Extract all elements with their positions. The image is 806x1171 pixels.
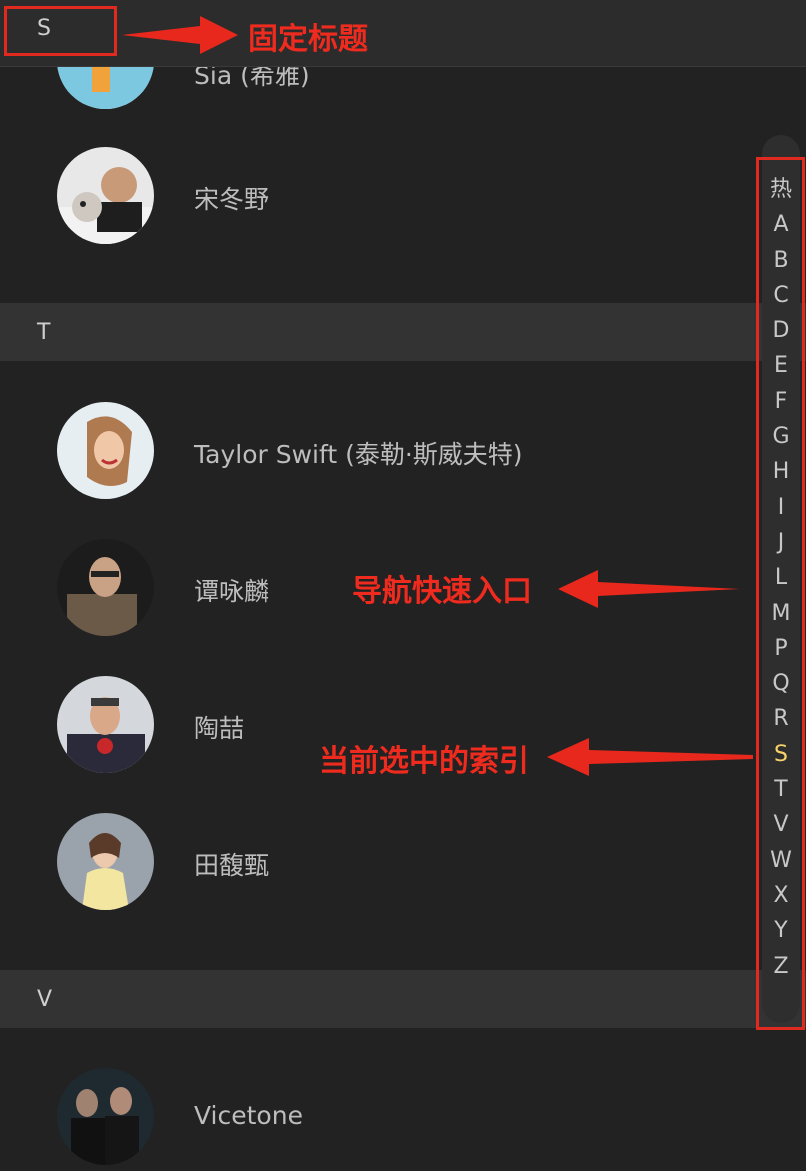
- avatar: [57, 813, 154, 910]
- section-letter: V: [37, 986, 53, 1012]
- artist-row-taylor-swift[interactable]: Taylor Swift (泰勒·斯威夫特): [0, 395, 740, 505]
- avatar: [57, 539, 154, 636]
- avatar: [57, 1068, 154, 1165]
- arrow-left-icon: [558, 570, 740, 608]
- section-header-t: T: [0, 303, 806, 361]
- annotation-nav-entry: 导航快速入口: [352, 574, 532, 609]
- arrow-left-icon: [122, 16, 238, 54]
- section-letter: T: [37, 319, 51, 345]
- artist-name: 宋冬野: [194, 185, 270, 214]
- avatar: [57, 676, 154, 773]
- arrow-left-icon: [547, 738, 753, 776]
- artist-name: 谭咏麟: [194, 577, 270, 606]
- artist-row-tian-fuzhen[interactable]: 田馥甄: [0, 806, 740, 916]
- artist-name: 田馥甄: [194, 851, 270, 880]
- artist-row-vicetone[interactable]: Vicetone: [0, 1061, 740, 1171]
- annotation-sticky-title: 固定标题: [248, 22, 368, 57]
- sticky-title-highlight: [4, 6, 117, 56]
- artist-row-song-dongye[interactable]: 宋冬野: [0, 140, 740, 250]
- index-bar-highlight: [756, 157, 805, 1030]
- avatar: [57, 147, 154, 244]
- artist-name: Vicetone: [194, 1101, 303, 1130]
- section-header-v: V: [0, 970, 806, 1028]
- annotation-current-index: 当前选中的索引: [319, 744, 529, 779]
- avatar: [57, 402, 154, 499]
- artist-name: Taylor Swift (泰勒·斯威夫特): [194, 440, 523, 469]
- artist-name: 陶喆: [194, 714, 245, 743]
